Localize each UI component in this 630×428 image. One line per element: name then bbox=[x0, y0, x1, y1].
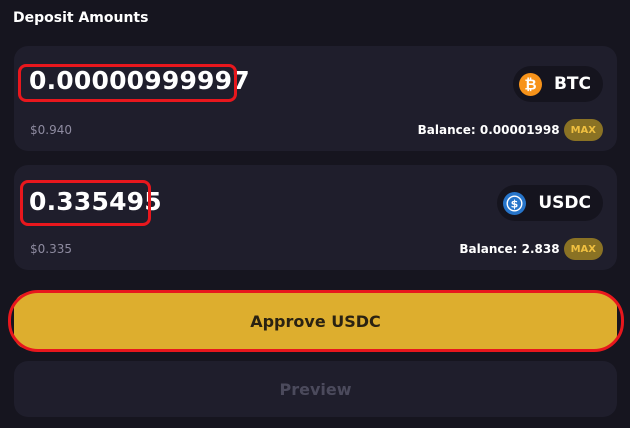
svg-text:$: $ bbox=[511, 197, 519, 210]
bitcoin-icon: ₿ bbox=[518, 72, 542, 96]
preview-button[interactable]: Preview bbox=[14, 361, 617, 417]
btc-max-button[interactable]: MAX bbox=[563, 119, 603, 141]
btc-token-ticker: BTC bbox=[553, 74, 591, 94]
usdc-balance: Balance: 2.838 MAX bbox=[459, 238, 603, 260]
usdc-token-selector[interactable]: $ USDC bbox=[497, 185, 603, 221]
svg-text:₿: ₿ bbox=[524, 75, 536, 93]
section-title: Deposit Amounts bbox=[13, 10, 149, 26]
btc-amount-card: 0.00000999997 $0.940 ₿ BTC Balance: 0.00… bbox=[14, 46, 617, 151]
usdc-amount-card: 0.335495 $0.335 $ USDC Balance: 2.838 MA… bbox=[14, 165, 617, 270]
usdc-usd-value: $0.335 bbox=[30, 242, 72, 256]
usdc-max-button[interactable]: MAX bbox=[563, 238, 603, 260]
usdc-icon: $ bbox=[503, 191, 527, 215]
usdc-token-ticker: USDC bbox=[538, 193, 591, 213]
approve-usdc-button[interactable]: Approve USDC bbox=[14, 293, 617, 349]
usdc-amount-input[interactable]: 0.335495 bbox=[29, 187, 162, 216]
btc-balance: Balance: 0.00001998 MAX bbox=[418, 119, 603, 141]
btc-amount-input[interactable]: 0.00000999997 bbox=[29, 66, 250, 95]
btc-usd-value: $0.940 bbox=[30, 123, 72, 137]
btc-token-selector[interactable]: ₿ BTC bbox=[512, 66, 603, 102]
usdc-balance-label: Balance: 2.838 bbox=[459, 242, 560, 256]
btc-balance-label: Balance: 0.00001998 bbox=[417, 123, 560, 137]
